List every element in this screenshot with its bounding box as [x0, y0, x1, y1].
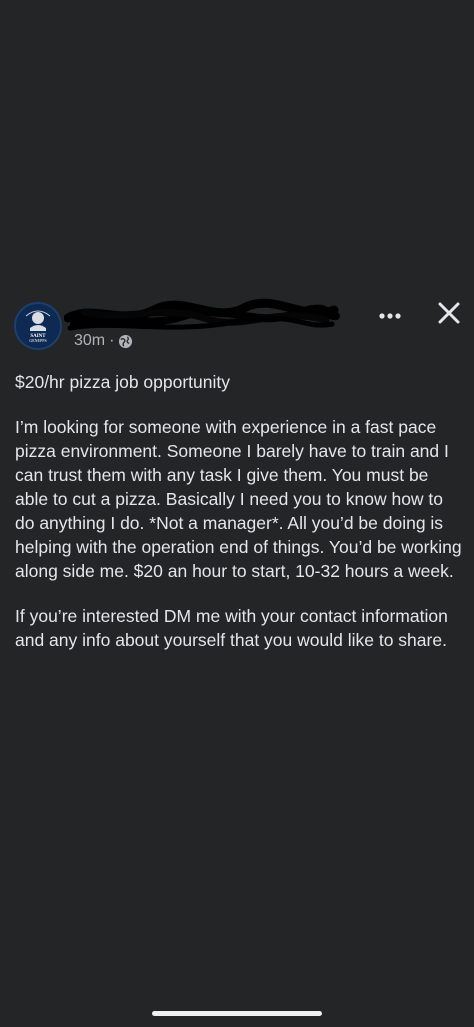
post-body: $20/hr pizza job opportunity I’m looking… — [15, 370, 463, 673]
home-indicator[interactable] — [152, 1011, 322, 1016]
post-meta: 30m · — [74, 332, 133, 350]
avatar-line-2: GENEPPS — [29, 338, 46, 343]
post-title: $20/hr pizza job opportunity — [15, 372, 230, 392]
post-paragraph: I’m looking for someone with experience … — [15, 417, 462, 581]
close-icon[interactable] — [436, 300, 462, 326]
post-paragraph: If you’re interested DM me with your con… — [15, 606, 448, 650]
post-timestamp[interactable]: 30m — [74, 332, 105, 350]
author-name[interactable] — [64, 298, 340, 331]
redaction-scribble — [64, 298, 340, 331]
avatar-logo-icon: SAINT GENEPPS — [16, 304, 60, 348]
post-header: SAINT GENEPPS 30m · — [0, 290, 474, 360]
author-avatar[interactable]: SAINT GENEPPS — [14, 302, 62, 350]
globe-icon — [119, 334, 133, 348]
more-horizontal-icon[interactable] — [376, 308, 404, 324]
meta-separator: · — [109, 332, 115, 349]
